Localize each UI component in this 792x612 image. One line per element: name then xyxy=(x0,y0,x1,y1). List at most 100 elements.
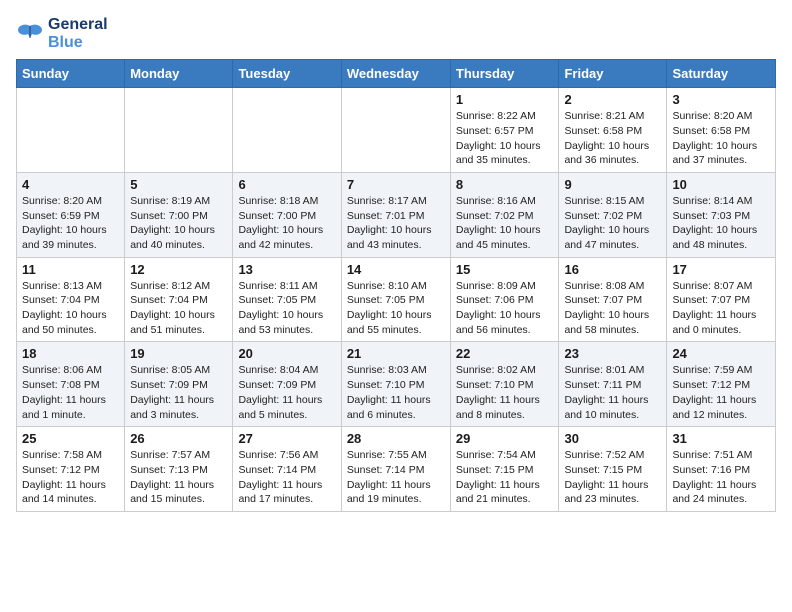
day-info: Sunrise: 8:17 AM Sunset: 7:01 PM Dayligh… xyxy=(347,194,445,253)
day-number: 8 xyxy=(456,177,554,192)
day-cell: 18 Sunrise: 8:06 AM Sunset: 7:08 PM Dayli… xyxy=(17,342,125,427)
day-cell: 7 Sunrise: 8:17 AM Sunset: 7:01 PM Daylig… xyxy=(341,172,450,257)
week-row-5: 25Sunrise: 7:58 AM Sunset: 7:12 PM Dayli… xyxy=(17,427,776,512)
day-number: 13 xyxy=(238,262,335,277)
day-info: Sunrise: 8:06 AM Sunset: 7:08 PM Dayligh… xyxy=(22,363,119,422)
day-number: 17 xyxy=(672,262,770,277)
weekday-header-monday: Monday xyxy=(125,60,233,88)
day-info: Sunrise: 8:18 AM Sunset: 7:00 PM Dayligh… xyxy=(238,194,335,253)
day-number: 23 xyxy=(564,346,661,361)
day-info: Sunrise: 8:15 AM Sunset: 7:02 PM Dayligh… xyxy=(564,194,661,253)
calendar-table: SundayMondayTuesdayWednesdayThursdayFrid… xyxy=(16,59,776,512)
day-number: 12 xyxy=(130,262,227,277)
day-cell xyxy=(341,88,450,173)
day-number: 11 xyxy=(22,262,119,277)
day-cell: 5 Sunrise: 8:19 AM Sunset: 7:00 PM Daylig… xyxy=(125,172,233,257)
day-info: Sunrise: 8:16 AM Sunset: 7:02 PM Dayligh… xyxy=(456,194,554,253)
day-info: Sunrise: 8:21 AM Sunset: 6:58 PM Dayligh… xyxy=(564,109,661,168)
day-cell: 29Sunrise: 7:54 AM Sunset: 7:15 PM Dayli… xyxy=(450,427,559,512)
day-info: Sunrise: 8:03 AM Sunset: 7:10 PM Dayligh… xyxy=(347,363,445,422)
day-number: 21 xyxy=(347,346,445,361)
day-info: Sunrise: 8:12 AM Sunset: 7:04 PM Dayligh… xyxy=(130,279,227,338)
day-info: Sunrise: 8:07 AM Sunset: 7:07 PM Dayligh… xyxy=(672,279,770,338)
day-cell: 19 Sunrise: 8:05 AM Sunset: 7:09 PM Dayli… xyxy=(125,342,233,427)
logo-text: General Blue xyxy=(48,16,108,51)
week-row-3: 11 Sunrise: 8:13 AM Sunset: 7:04 PM Dayli… xyxy=(17,257,776,342)
day-number: 5 xyxy=(130,177,227,192)
day-number: 3 xyxy=(672,92,770,107)
day-cell: 12 Sunrise: 8:12 AM Sunset: 7:04 PM Dayli… xyxy=(125,257,233,342)
day-cell: 27Sunrise: 7:56 AM Sunset: 7:14 PM Dayli… xyxy=(233,427,341,512)
day-number: 28 xyxy=(347,431,445,446)
day-info: Sunrise: 7:52 AM Sunset: 7:15 PM Dayligh… xyxy=(564,448,661,507)
weekday-header-thursday: Thursday xyxy=(450,60,559,88)
day-info: Sunrise: 7:56 AM Sunset: 7:14 PM Dayligh… xyxy=(238,448,335,507)
day-number: 1 xyxy=(456,92,554,107)
day-cell: 8 Sunrise: 8:16 AM Sunset: 7:02 PM Daylig… xyxy=(450,172,559,257)
day-number: 19 xyxy=(130,346,227,361)
day-cell: 24 Sunrise: 7:59 AM Sunset: 7:12 PM Dayli… xyxy=(667,342,776,427)
day-cell: 25Sunrise: 7:58 AM Sunset: 7:12 PM Dayli… xyxy=(17,427,125,512)
day-info: Sunrise: 8:01 AM Sunset: 7:11 PM Dayligh… xyxy=(564,363,661,422)
logo-icon xyxy=(16,22,44,46)
day-number: 7 xyxy=(347,177,445,192)
week-row-1: 1Sunrise: 8:22 AM Sunset: 6:57 PM Daylig… xyxy=(17,88,776,173)
day-cell: 6 Sunrise: 8:18 AM Sunset: 7:00 PM Daylig… xyxy=(233,172,341,257)
day-cell: 31Sunrise: 7:51 AM Sunset: 7:16 PM Dayli… xyxy=(667,427,776,512)
day-number: 10 xyxy=(672,177,770,192)
day-number: 20 xyxy=(238,346,335,361)
day-info: Sunrise: 8:10 AM Sunset: 7:05 PM Dayligh… xyxy=(347,279,445,338)
weekday-header-friday: Friday xyxy=(559,60,667,88)
day-cell: 9 Sunrise: 8:15 AM Sunset: 7:02 PM Daylig… xyxy=(559,172,667,257)
day-info: Sunrise: 7:55 AM Sunset: 7:14 PM Dayligh… xyxy=(347,448,445,507)
day-cell: 20 Sunrise: 8:04 AM Sunset: 7:09 PM Dayli… xyxy=(233,342,341,427)
day-cell: 22 Sunrise: 8:02 AM Sunset: 7:10 PM Dayli… xyxy=(450,342,559,427)
day-number: 4 xyxy=(22,177,119,192)
day-info: Sunrise: 8:20 AM Sunset: 6:59 PM Dayligh… xyxy=(22,194,119,253)
day-cell: 17 Sunrise: 8:07 AM Sunset: 7:07 PM Dayli… xyxy=(667,257,776,342)
day-cell: 2 Sunrise: 8:21 AM Sunset: 6:58 PM Daylig… xyxy=(559,88,667,173)
day-cell xyxy=(233,88,341,173)
day-info: Sunrise: 8:09 AM Sunset: 7:06 PM Dayligh… xyxy=(456,279,554,338)
day-cell: 30Sunrise: 7:52 AM Sunset: 7:15 PM Dayli… xyxy=(559,427,667,512)
day-number: 18 xyxy=(22,346,119,361)
day-info: Sunrise: 8:19 AM Sunset: 7:00 PM Dayligh… xyxy=(130,194,227,253)
day-cell: 3 Sunrise: 8:20 AM Sunset: 6:58 PM Daylig… xyxy=(667,88,776,173)
day-cell: 10 Sunrise: 8:14 AM Sunset: 7:03 PM Dayli… xyxy=(667,172,776,257)
day-info: Sunrise: 8:02 AM Sunset: 7:10 PM Dayligh… xyxy=(456,363,554,422)
day-number: 15 xyxy=(456,262,554,277)
day-cell: 14 Sunrise: 8:10 AM Sunset: 7:05 PM Dayli… xyxy=(341,257,450,342)
day-number: 22 xyxy=(456,346,554,361)
day-number: 14 xyxy=(347,262,445,277)
day-info: Sunrise: 7:51 AM Sunset: 7:16 PM Dayligh… xyxy=(672,448,770,507)
day-info: Sunrise: 8:13 AM Sunset: 7:04 PM Dayligh… xyxy=(22,279,119,338)
day-info: Sunrise: 8:20 AM Sunset: 6:58 PM Dayligh… xyxy=(672,109,770,168)
day-number: 6 xyxy=(238,177,335,192)
day-number: 26 xyxy=(130,431,227,446)
day-info: Sunrise: 8:08 AM Sunset: 7:07 PM Dayligh… xyxy=(564,279,661,338)
logo: General Blue xyxy=(16,16,108,51)
day-cell: 1Sunrise: 8:22 AM Sunset: 6:57 PM Daylig… xyxy=(450,88,559,173)
day-number: 24 xyxy=(672,346,770,361)
day-cell: 26 Sunrise: 7:57 AM Sunset: 7:13 PM Dayli… xyxy=(125,427,233,512)
day-cell: 16Sunrise: 8:08 AM Sunset: 7:07 PM Dayli… xyxy=(559,257,667,342)
day-cell: 11 Sunrise: 8:13 AM Sunset: 7:04 PM Dayli… xyxy=(17,257,125,342)
day-info: Sunrise: 7:57 AM Sunset: 7:13 PM Dayligh… xyxy=(130,448,227,507)
day-cell: 15 Sunrise: 8:09 AM Sunset: 7:06 PM Dayli… xyxy=(450,257,559,342)
day-info: Sunrise: 8:05 AM Sunset: 7:09 PM Dayligh… xyxy=(130,363,227,422)
day-cell: 13 Sunrise: 8:11 AM Sunset: 7:05 PM Dayli… xyxy=(233,257,341,342)
day-info: Sunrise: 7:54 AM Sunset: 7:15 PM Dayligh… xyxy=(456,448,554,507)
day-number: 9 xyxy=(564,177,661,192)
day-cell: 23 Sunrise: 8:01 AM Sunset: 7:11 PM Dayli… xyxy=(559,342,667,427)
day-info: Sunrise: 8:11 AM Sunset: 7:05 PM Dayligh… xyxy=(238,279,335,338)
weekday-header-wednesday: Wednesday xyxy=(341,60,450,88)
week-row-4: 18 Sunrise: 8:06 AM Sunset: 7:08 PM Dayli… xyxy=(17,342,776,427)
day-info: Sunrise: 8:04 AM Sunset: 7:09 PM Dayligh… xyxy=(238,363,335,422)
weekday-header-sunday: Sunday xyxy=(17,60,125,88)
day-info: Sunrise: 8:14 AM Sunset: 7:03 PM Dayligh… xyxy=(672,194,770,253)
day-info: Sunrise: 7:59 AM Sunset: 7:12 PM Dayligh… xyxy=(672,363,770,422)
day-number: 2 xyxy=(564,92,661,107)
day-cell: 21 Sunrise: 8:03 AM Sunset: 7:10 PM Dayli… xyxy=(341,342,450,427)
day-cell: 28 Sunrise: 7:55 AM Sunset: 7:14 PM Dayli… xyxy=(341,427,450,512)
day-info: Sunrise: 7:58 AM Sunset: 7:12 PM Dayligh… xyxy=(22,448,119,507)
